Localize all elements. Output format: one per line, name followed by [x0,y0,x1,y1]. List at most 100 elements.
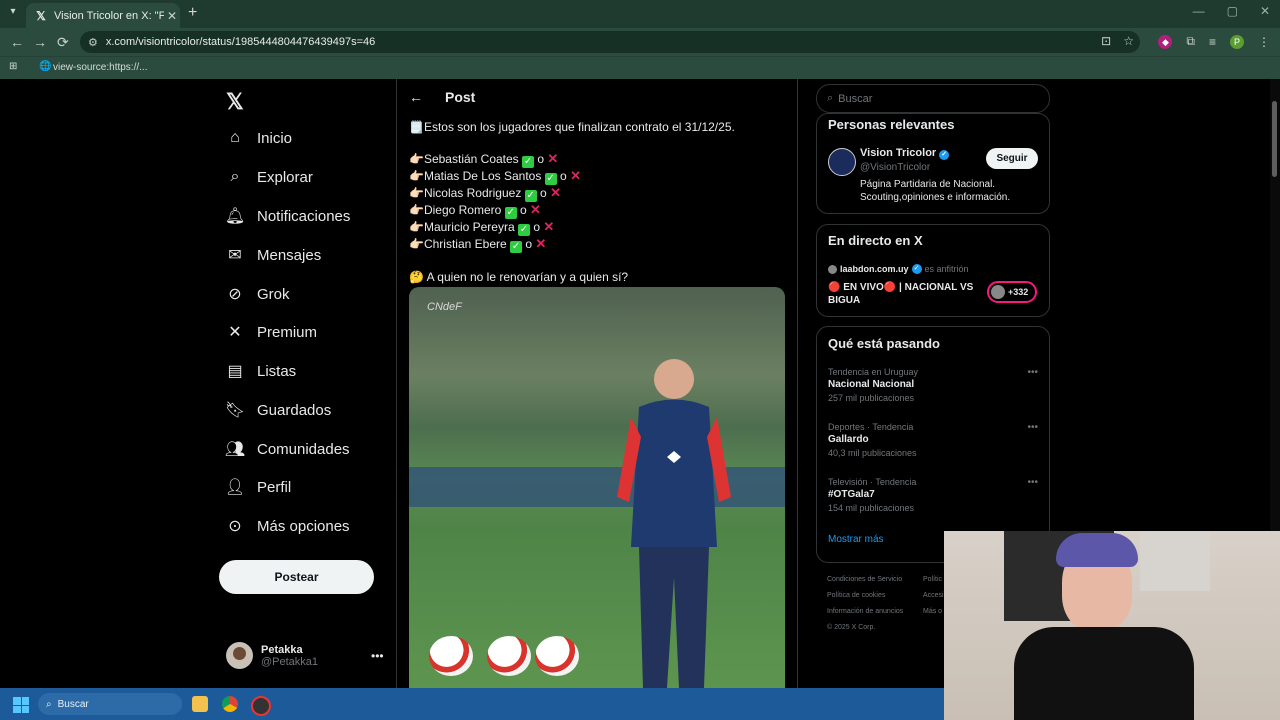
trend-item[interactable]: Deportes · Tendencia Gallardo 40,3 mil p… [828,422,1038,458]
more-icon[interactable]: ••• [1027,422,1038,433]
check-icon: ✓ [518,224,530,236]
separator: o [560,169,567,183]
globe-icon: 🌐 [39,61,52,72]
relevant-people-card: Personas relevantes Vision Tricolor ✓ @Vi… [816,113,1050,214]
player-name: Nicolas Rodriguez [423,186,522,200]
minimize-icon[interactable]: — [1193,4,1205,18]
sidebar-item-explorar[interactable]: ⌕ Explorar [226,168,313,186]
pointing-hand-icon: 👉🏻 [409,237,424,251]
avatar[interactable] [828,148,856,176]
post-column: ← Post 🗒️Estos son los jugadores que fin… [396,79,798,688]
reload-icon[interactable]: ⟳ [57,34,69,51]
bookmark-link[interactable]: view-source:https://... [53,62,147,73]
sidebar-item-inicio[interactable]: ⌂ Inicio [226,129,292,147]
more-icon[interactable]: ••• [1027,477,1038,488]
chrome-icon[interactable] [222,696,238,712]
host-name: laabdon.com.uy [840,264,909,274]
sidebar-item-notificaciones[interactable]: 🔔︎ Notificaciones [225,207,351,226]
live-listeners[interactable]: +332 [987,281,1037,303]
account-switcher[interactable]: Petakka @Petakka1 [226,642,318,669]
profile-handle: @Petakka1 [261,655,319,668]
windows-start-icon[interactable] [13,697,29,713]
trends-card: Qué está pasando Tendencia en Uruguay Na… [816,326,1050,563]
check-icon: ✓ [524,190,537,202]
apps-grid-icon[interactable]: ⊞ [9,61,17,72]
back-arrow-icon[interactable]: ← [409,89,423,105]
notepad-icon: 🗒️ [409,120,424,134]
live-title[interactable]: 🔴 EN VIVO🔴 | NACIONAL VS BIGUA [828,281,978,307]
people-icon: 👥︎ [224,441,246,458]
trend-count: 154 mil publicaciones [828,503,915,513]
more-icon[interactable]: ••• [371,649,384,663]
player-line: 👉🏻Mauricio Pereyra ✓ o ✕ [409,219,789,236]
grok-icon: ⊘ [228,286,242,303]
site-info-icon[interactable]: ⚙ [88,36,98,49]
puzzle-icon[interactable]: ⧉ [1186,34,1195,49]
check-icon: ✓ [522,156,535,168]
install-icon[interactable]: ⊡ [1101,34,1111,48]
browser-tab-strip: ▾ 𝕏 Vision Tricolor en X: "FINALIZA ✕ + … [0,0,1280,28]
sidebar-item-premium[interactable]: ✕ Premium [226,323,317,342]
taskbar-search[interactable]: ⌕ Buscar [38,693,182,715]
nav-label: Inicio [257,129,293,147]
trend-category: Deportes · Tendencia [828,422,914,432]
forward-icon[interactable]: → [33,34,47,50]
x-icon: ✕ [228,324,242,341]
pointing-hand-icon: 👉🏻 [409,186,424,200]
trend-item[interactable]: Televisión · Tendencia #OTGala7 154 mil … [828,477,1038,513]
search-input[interactable]: ⌕ Buscar [816,84,1050,113]
star-icon[interactable]: ☆ [1123,34,1134,48]
folder-icon[interactable] [192,696,208,712]
new-tab-icon[interactable]: + [188,4,197,22]
host-avatar [828,264,837,274]
list-icon: ▤ [227,363,243,380]
close-window-icon[interactable]: ✕ [1260,4,1270,18]
back-icon[interactable]: ← [10,34,24,50]
trend-count: 40,3 mil publicaciones [828,448,917,458]
sidebar-item-mensajes[interactable]: ✉ Mensajes [226,246,322,265]
tweet-text: 🗒️Estos son los jugadores que finalizan … [409,119,789,285]
sidebar-item-comunidades[interactable]: 👥︎ Comunidades [224,440,350,459]
nav-label: Mensajes [257,246,322,264]
avatar [226,642,253,669]
menu-icon[interactable]: ⋮ [1258,35,1270,49]
close-icon[interactable]: ✕ [164,9,180,23]
profile-avatar-icon[interactable]: P [1230,34,1244,49]
ball-image [487,636,531,676]
x-logo-icon[interactable]: 𝕏 [226,89,244,115]
question-text: A quien no le renovarían y a quien sí? [426,270,629,284]
more-icon[interactable]: ••• [1027,367,1038,378]
trend-item[interactable]: Tendencia en Uruguay Nacional Nacional 2… [828,367,1038,403]
player-name: Sebastián Coates [423,152,519,166]
scrollbar-thumb[interactable] [1272,101,1277,177]
post-button[interactable]: Postear [219,560,374,594]
profile-name: Petakka [261,643,303,656]
sidebar-item-listas[interactable]: ▤ Listas [226,362,297,381]
sidebar-item-grok[interactable]: ⊘ Grok [226,285,289,304]
trend-name: Nacional Nacional [828,379,915,390]
show-more-link[interactable]: Mostrar más [828,534,884,545]
pointing-hand-icon: 👉🏻 [409,169,424,183]
live-host[interactable]: laabdon.com.uy ✓ es anfitrión [828,264,969,274]
sidebar-item-mas-opciones[interactable]: ⊙ Más opciones [226,517,349,536]
follow-button[interactable]: Seguir [986,148,1038,169]
maximize-icon[interactable]: ▢ [1227,4,1238,18]
name-text: Vision Tricolor [860,147,937,159]
media-icon[interactable]: ≡ [1209,35,1216,49]
cross-icon: ✕ [530,202,541,217]
streamer-shirt-image [1014,627,1194,720]
app-icon[interactable] [251,696,271,716]
nav-label: Listas [257,362,297,380]
ball-image [429,636,473,676]
tweet-photo[interactable]: CNdeF [409,287,785,688]
sidebar-item-perfil[interactable]: 👤︎ Perfil [225,478,291,497]
sidebar-item-guardados[interactable]: 🔖︎ Guardados [225,401,331,420]
browser-tab[interactable]: 𝕏 Vision Tricolor en X: "FINALIZA ✕ [26,3,180,28]
player-name: Matias De Los Santos [423,169,542,183]
tab-search-icon[interactable]: ▾ [6,6,20,20]
relevant-name[interactable]: Vision Tricolor ✓ [860,147,950,160]
address-bar[interactable]: ⚙ x.com/visiontricolor/status/1985444804… [80,31,1140,53]
player-line: 👉🏻Matias De Los Santos ✓ o ✕ [409,168,789,185]
extension-icon[interactable]: ◆ [1158,34,1173,49]
search-icon: ⌕ [230,168,240,185]
